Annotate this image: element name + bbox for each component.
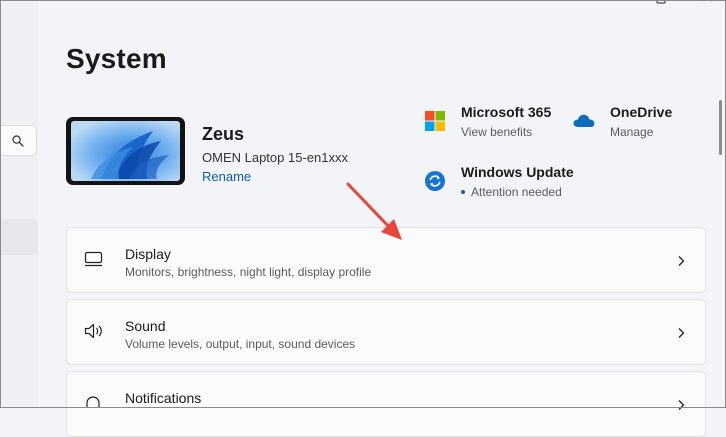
scrollbar-thumb[interactable] [719, 100, 722, 155]
navigation-pane [0, 0, 38, 408]
search-icon [12, 135, 24, 147]
rename-link[interactable]: Rename [202, 169, 251, 184]
card-title: Notifications [125, 390, 202, 406]
maximize-icon[interactable] [656, 0, 666, 5]
annotation-arrow-icon [346, 182, 402, 240]
device-model: OMEN Laptop 15-en1xxx [202, 150, 348, 165]
quick-link-subtitle-status: Attention needed [461, 185, 562, 199]
quick-link-title: Windows Update [461, 164, 574, 180]
quick-link-title: OneDrive [610, 104, 673, 120]
monitor-icon [84, 251, 103, 267]
settings-card-sound[interactable]: Sound Volume levels, output, input, soun… [66, 299, 706, 365]
device-thumbnail [66, 117, 185, 185]
chevron-right-icon [678, 328, 685, 338]
nav-item-system-selected[interactable] [0, 219, 38, 255]
quick-link-subtitle: Manage [610, 125, 654, 139]
chevron-right-icon [678, 400, 685, 410]
windows-bloom-wallpaper-icon [91, 131, 169, 179]
device-name: Zeus [202, 124, 245, 144]
chevron-right-icon [678, 256, 685, 266]
attention-dot-icon [461, 189, 465, 194]
card-title: Display [125, 246, 171, 262]
card-title: Sound [125, 318, 166, 334]
quick-link-subtitle: Attention needed [471, 185, 562, 199]
window-controls [648, 0, 726, 6]
settings-card-notifications[interactable]: Notifications [66, 371, 706, 437]
card-subtitle: Volume levels, output, input, sound devi… [125, 337, 356, 351]
windows-update-icon [425, 171, 445, 191]
bell-icon [86, 396, 100, 408]
quick-link-title: Microsoft 365 [461, 104, 552, 120]
close-icon[interactable] [700, 0, 714, 6]
microsoft-365-icon [425, 111, 445, 131]
page-title: System [66, 43, 167, 74]
quick-link-subtitle: View benefits [461, 125, 533, 139]
onedrive-cloud-icon [573, 114, 595, 127]
card-subtitle: Monitors, brightness, night light, displ… [125, 265, 372, 279]
search-box[interactable] [0, 125, 37, 156]
speaker-icon [84, 323, 102, 339]
